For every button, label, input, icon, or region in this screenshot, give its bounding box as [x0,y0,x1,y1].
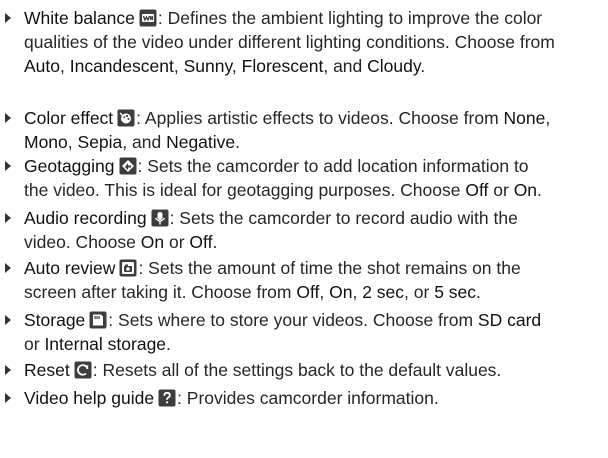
list-item-video-help-guide: Video help guide: Provides camcorder inf… [0,386,608,410]
option-value: Off [296,282,320,302]
list-item-line: Audio recording: Sets the camcorder to r… [0,206,608,230]
option-value: Negative [166,132,236,152]
option-value: On [140,232,165,252]
setting-title: Audio recording [24,208,147,228]
list-item-line: video. Choose On or Off. [24,232,218,252]
option-value: On [329,282,353,302]
reset-icon [74,361,92,379]
list-item-color-effect: Color effect: Applies artistic effects t… [0,106,608,154]
list-item-reset: Reset: Resets all of the settings back t… [0,358,608,382]
option-value: Off [189,232,213,252]
list-item-line: Auto, Incandescent, Sunny, Florescent, a… [24,56,426,76]
setting-title: Video help guide [24,388,155,408]
option-value: On [513,180,538,200]
option-value: Cloudy [367,56,421,76]
white-balance-icon [139,9,157,27]
option-value: 5 sec [434,282,477,302]
settings-description-list: White balance: Defines the ambient light… [0,0,608,458]
list-item-audio-recording: Audio recording: Sets the camcorder to r… [0,206,608,254]
microphone-icon [151,209,169,227]
setting-title: Geotagging [24,156,115,176]
bullet-arrow-icon [5,13,11,23]
storage-icon [89,311,107,329]
help-icon [158,389,176,407]
option-value: Mono [24,132,68,152]
geotagging-icon [119,157,137,175]
bullet-arrow-icon [5,263,11,273]
bullet-arrow-icon [5,365,11,375]
setting-title: Reset [24,360,70,380]
setting-title: White balance [24,8,135,28]
bullet-arrow-icon [5,393,11,403]
option-value: Incandescent [69,56,174,76]
bullet-arrow-icon [5,315,11,325]
list-item-storage: Storage: Sets where to store your videos… [0,308,608,356]
option-value: Off [465,180,489,200]
list-item-line: or Internal storage. [24,334,171,354]
list-item-geotagging: Geotagging: Sets the camcorder to add lo… [0,154,608,202]
option-value: 2 sec [362,282,405,302]
list-item-line: qualities of the video under different l… [24,32,555,52]
list-item-line: White balance: Defines the ambient light… [0,6,608,30]
list-item-white-balance: White balance: Defines the ambient light… [0,6,608,78]
list-item-line: Reset: Resets all of the settings back t… [0,358,608,382]
list-item-line: Storage: Sets where to store your videos… [0,308,608,332]
list-item-line: Video help guide: Provides camcorder inf… [0,386,608,410]
list-item-line: the video. This is ideal for geotagging … [24,180,542,200]
option-value: Auto [24,56,60,76]
list-item-line: Color effect: Applies artistic effects t… [0,106,608,130]
option-value: SD card [477,310,542,330]
option-value: Sunny [183,56,232,76]
list-item-line: Auto review: Sets the amount of time the… [0,256,608,280]
list-item-auto-review: Auto review: Sets the amount of time the… [0,256,608,304]
setting-title: Auto review [24,258,116,278]
list-item-line: screen after taking it. Choose from Off,… [24,282,481,302]
bullet-arrow-icon [5,213,11,223]
auto-review-icon [119,259,137,277]
list-item-line: Mono, Sepia, and Negative. [24,132,241,152]
list-item-line: Geotagging: Sets the camcorder to add lo… [0,154,608,178]
bullet-arrow-icon [5,161,11,171]
bullet-arrow-icon [5,113,11,123]
option-value: None [503,108,546,128]
option-value: Internal storage [44,334,167,354]
setting-title: Storage [24,310,86,330]
option-value: Florescent [241,56,324,76]
color-effect-icon [117,109,135,127]
setting-title: Color effect [24,108,114,128]
option-value: Sepia [77,132,123,152]
